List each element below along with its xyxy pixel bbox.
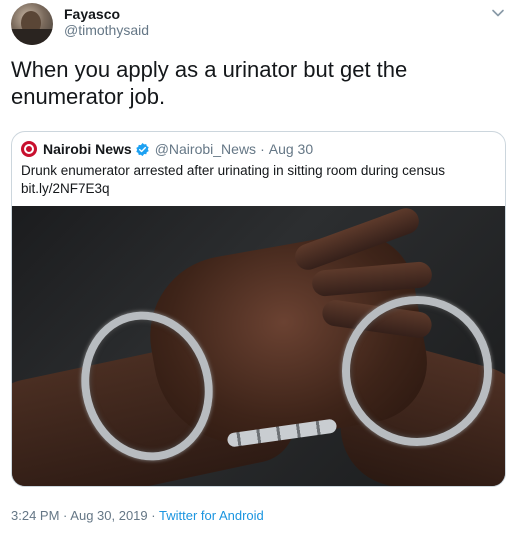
quoted-tweet-text: Drunk enumerator arrested after urinatin… [21, 162, 496, 198]
quoted-separator: · [260, 141, 265, 157]
author-avatar[interactable] [11, 3, 53, 45]
quoted-author-name[interactable]: Nairobi News [43, 141, 132, 157]
avatar-shoulders [11, 29, 53, 45]
quoted-tweet-header: Nairobi News @Nairobi_News · Aug 30 [21, 140, 313, 158]
author-handle[interactable]: @timothysaid [64, 22, 149, 38]
nairobi-news-logo-icon [21, 141, 37, 157]
author-name[interactable]: Fayasco [64, 6, 120, 22]
tweet-time[interactable]: 3:24 PM [11, 508, 59, 523]
tweet-card: Fayasco @timothysaid When you apply as a… [0, 0, 517, 541]
quoted-photo[interactable] [12, 206, 505, 486]
tweet-meta: 3:24 PM · Aug 30, 2019 · Twitter for And… [11, 508, 264, 523]
tweet-date[interactable]: Aug 30, 2019 [70, 508, 147, 523]
tweet-source-link[interactable]: Twitter for Android [159, 508, 264, 523]
meta-separator: · [63, 508, 68, 523]
quoted-date[interactable]: Aug 30 [269, 141, 313, 157]
meta-separator: · [151, 508, 156, 523]
quoted-text: Drunk enumerator arrested after urinatin… [21, 163, 445, 178]
tweet-text: When you apply as a urinator but get the… [11, 57, 408, 109]
quoted-tweet[interactable]: Nairobi News @Nairobi_News · Aug 30 Drun… [11, 131, 506, 487]
quoted-author-handle[interactable]: @Nairobi_News [155, 141, 256, 157]
chevron-down-icon[interactable] [491, 6, 505, 20]
quoted-link[interactable]: bit.ly/2NF7E3q [21, 180, 496, 198]
verified-badge-icon [136, 142, 149, 156]
